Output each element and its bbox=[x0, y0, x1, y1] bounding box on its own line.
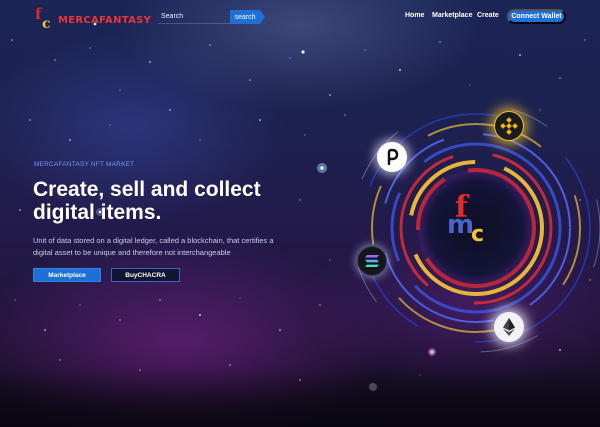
hero-description: Unit of data stored on a digital ledger,… bbox=[33, 236, 274, 257]
binance-coin-icon bbox=[494, 111, 524, 141]
logo-mark-c: c bbox=[42, 16, 51, 32]
solana-coin-icon bbox=[357, 246, 387, 276]
connect-wallet-button[interactable]: Connect Wallet bbox=[507, 9, 566, 24]
hero-eyebrow: MERCAFANTASY NFT MARKET bbox=[34, 161, 135, 168]
brand-logo-mark: f c bbox=[34, 5, 56, 33]
polkadot-coin-icon bbox=[377, 142, 407, 172]
brand-name: MERCAFANTASY bbox=[58, 14, 152, 26]
nav-create[interactable]: Create bbox=[477, 12, 499, 19]
nav-marketplace[interactable]: Marketplace bbox=[432, 12, 472, 19]
center-logo-c: c bbox=[471, 222, 485, 247]
search-button[interactable]: search bbox=[230, 10, 265, 24]
brand-logo[interactable]: f c MERCAFANTASY bbox=[34, 5, 152, 33]
nav-home[interactable]: Home bbox=[405, 12, 424, 19]
marketplace-button[interactable]: Marketplace bbox=[33, 268, 101, 282]
search-input[interactable] bbox=[158, 10, 230, 24]
ethereum-coin-icon bbox=[494, 312, 524, 342]
buy-chacra-button[interactable]: BuyCHACRA bbox=[111, 268, 180, 282]
hero-title: Create, sell and collect digital items. bbox=[33, 178, 261, 224]
logo-mark-f: f bbox=[35, 5, 42, 23]
search-bar: search bbox=[158, 10, 265, 24]
bottom-shade bbox=[0, 367, 600, 427]
center-logo: f m c bbox=[445, 190, 499, 256]
